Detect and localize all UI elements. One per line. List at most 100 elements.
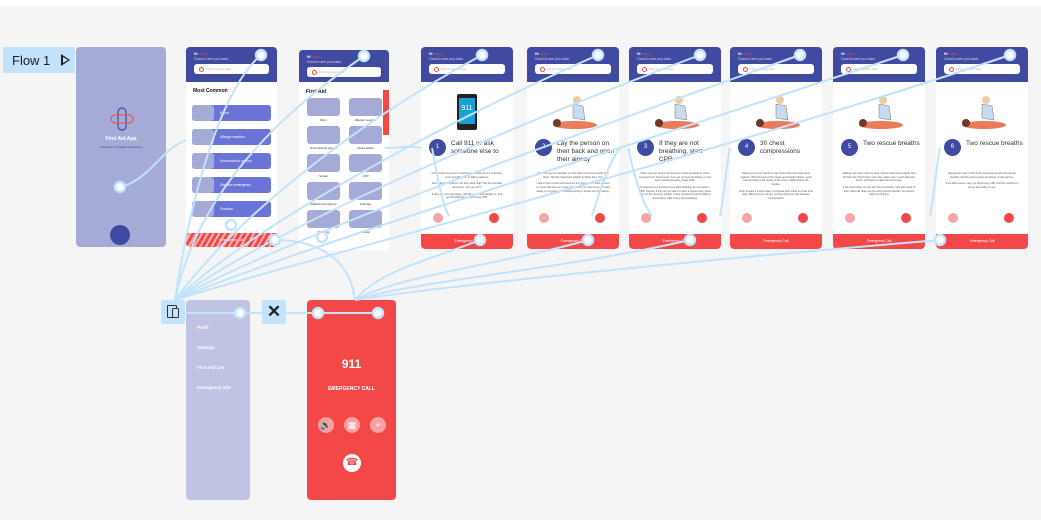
- greeting-prefix: Hi: [637, 52, 641, 56]
- poison-tile[interactable]: [349, 210, 382, 228]
- step-title: Two rescue breaths: [863, 140, 920, 147]
- step-number: 6: [944, 139, 961, 156]
- previous-step-button[interactable]: [845, 213, 855, 223]
- next-step-button[interactable]: [595, 213, 605, 223]
- header: Hi Laura, Good to see you back Find a co…: [936, 47, 1028, 82]
- previous-step-button[interactable]: [948, 213, 958, 223]
- previous-step-button[interactable]: [742, 213, 752, 223]
- bleeding-tile[interactable]: [307, 210, 340, 228]
- keypad-icon[interactable]: ▦: [344, 417, 360, 433]
- emergency-call-button[interactable]: Emergency Call: [186, 233, 277, 247]
- tile-label: CPR: [362, 174, 369, 178]
- next-step-button[interactable]: [489, 213, 499, 223]
- cpr-step-3-frame: Hi Laura, Good to see you back Find a co…: [629, 47, 721, 249]
- splash-screen-frame[interactable]: First Aid App First and Immediate Assist…: [76, 47, 166, 247]
- plus-icon[interactable]: +: [370, 417, 386, 433]
- tile-label: Heart attack: [357, 146, 374, 150]
- unconscious-tile[interactable]: [307, 126, 340, 144]
- tile-label: Unconscious person: [309, 146, 338, 150]
- step-title: Lay the person on their back and open th…: [557, 140, 615, 164]
- step-paragraph: If an AED arrives, carry on performing C…: [945, 182, 1019, 189]
- close-overlay-button[interactable]: ✕: [262, 300, 286, 324]
- emergency-call-button[interactable]: Emergency Call: [629, 234, 721, 249]
- fracture-tile[interactable]: [349, 182, 382, 200]
- step-paragraph: Place the person carefully on their back…: [537, 172, 609, 179]
- search-input[interactable]: Find a course here: [944, 64, 1020, 74]
- start-button[interactable]: [110, 225, 130, 245]
- call-label: EMERGENCY CALL: [328, 386, 375, 392]
- emergency-call-button[interactable]: Emergency Call: [421, 234, 513, 249]
- common-item-allergic-reaction[interactable]: Allergic reaction: [192, 129, 271, 145]
- step-body: Making sure their mouth is clear, tilt t…: [842, 172, 916, 200]
- menu-item-settings[interactable]: Settings: [197, 345, 215, 350]
- menu-item-profile[interactable]: Profil: [197, 325, 209, 330]
- step-body: Place one of your hands on top of the ot…: [739, 172, 813, 203]
- user-name: Laura,: [198, 52, 209, 56]
- step-paragraph: First, check the scene for factors that …: [431, 172, 503, 179]
- flow-start-tag[interactable]: Flow 1: [3, 47, 75, 73]
- search-input[interactable]: Find a course here: [194, 64, 269, 74]
- speaker-icon[interactable]: 🔈: [318, 417, 334, 433]
- heart-attack-tile[interactable]: [349, 126, 382, 144]
- search-input[interactable]: Find a course here: [307, 67, 381, 77]
- next-step-button[interactable]: [697, 213, 707, 223]
- cpr-tile[interactable]: [349, 154, 382, 172]
- common-item-diabetic[interactable]: Diabetic emergency: [192, 177, 271, 193]
- previous-step-button[interactable]: [433, 213, 443, 223]
- header: Hi Laura, Good to see you back Find a co…: [730, 47, 822, 82]
- step-title: If they are not breathing, start CPR: [659, 140, 703, 164]
- device-frame-icon-inner: [172, 308, 179, 318]
- device-frame-button[interactable]: [161, 300, 185, 324]
- previous-step-button[interactable]: [641, 213, 651, 223]
- common-item-fracture[interactable]: Fracture: [192, 201, 271, 217]
- user-name: Laura,: [433, 52, 444, 56]
- user-name: Laura,: [948, 52, 959, 56]
- header: Hi Laura, Good to see you back Find a co…: [299, 50, 389, 82]
- emergency-side-tab[interactable]: [383, 90, 389, 135]
- greeting: Hi Laura,: [535, 52, 549, 56]
- greeting-prefix: Hi: [307, 55, 311, 59]
- sprain-tile[interactable]: [307, 154, 340, 172]
- emergency-call-button[interactable]: Emergency Call: [730, 234, 822, 249]
- check-breathing-icon: [655, 96, 699, 129]
- menu-item-first-aid-list[interactable]: First Aid List: [197, 365, 224, 370]
- greeting-prefix: Hi: [535, 52, 539, 56]
- search-input[interactable]: Find a course here: [841, 64, 917, 74]
- greeting-subtitle: Good to see you back: [944, 57, 979, 61]
- greeting: Hi Laura,: [194, 52, 208, 56]
- emergency-call-frame: 911 EMERGENCY CALL 🔈 ▦ + ☎: [307, 300, 396, 500]
- greeting: Hi Laura,: [637, 52, 651, 56]
- burn-hand-tile[interactable]: [307, 98, 340, 116]
- tile-label: Diabetic emergency: [310, 202, 337, 206]
- home-screen-frame: Hi Laura, Good to see you back Find a co…: [186, 47, 277, 247]
- search-input[interactable]: Find a course here: [738, 64, 814, 74]
- search-input[interactable]: Find a course here: [535, 64, 611, 74]
- side-menu-frame: Profil Settings First Aid List Emergency…: [186, 300, 250, 500]
- greeting: Hi Laura,: [429, 52, 443, 56]
- play-icon[interactable]: [61, 54, 71, 66]
- previous-step-button[interactable]: [539, 213, 549, 223]
- menu-item-emergency-info[interactable]: Emergency Info: [197, 385, 231, 390]
- step-body: Repeat the cycle of 30 chest compression…: [945, 172, 1019, 193]
- end-call-icon[interactable]: ☎: [343, 454, 361, 472]
- common-item-burns[interactable]: Burns: [192, 105, 271, 121]
- common-item-unconscious[interactable]: Unconscious person: [192, 153, 271, 169]
- cpr-step-4-frame: Hi Laura, Good to see you back Find a co…: [730, 47, 822, 249]
- greeting-subtitle: Good to see you back: [535, 57, 570, 61]
- next-step-button[interactable]: [798, 213, 808, 223]
- header: Hi Laura, Good to see you back Find a co…: [629, 47, 721, 82]
- next-step-button[interactable]: [1004, 213, 1014, 223]
- search-input[interactable]: Find a course here: [637, 64, 713, 74]
- diabetic-icon: [192, 177, 214, 193]
- emergency-call-button[interactable]: Emergency Call: [527, 234, 619, 249]
- emergency-call-button[interactable]: Emergency Call: [833, 234, 925, 249]
- section-title: Most Common: [193, 88, 228, 94]
- cpr-step-2-frame: Hi Laura, Good to see you back Find a co…: [527, 47, 619, 249]
- search-input[interactable]: Find a course here: [429, 64, 505, 74]
- header: Hi Laura, Good to see you back Find a co…: [527, 47, 619, 82]
- emergency-call-button[interactable]: Emergency Call: [936, 234, 1028, 249]
- prototype-canvas: Flow 1 First Aid App First and Immediate…: [0, 0, 1041, 526]
- next-step-button[interactable]: [901, 213, 911, 223]
- allergy-tile[interactable]: [349, 98, 382, 116]
- diabetic-tile[interactable]: [307, 182, 340, 200]
